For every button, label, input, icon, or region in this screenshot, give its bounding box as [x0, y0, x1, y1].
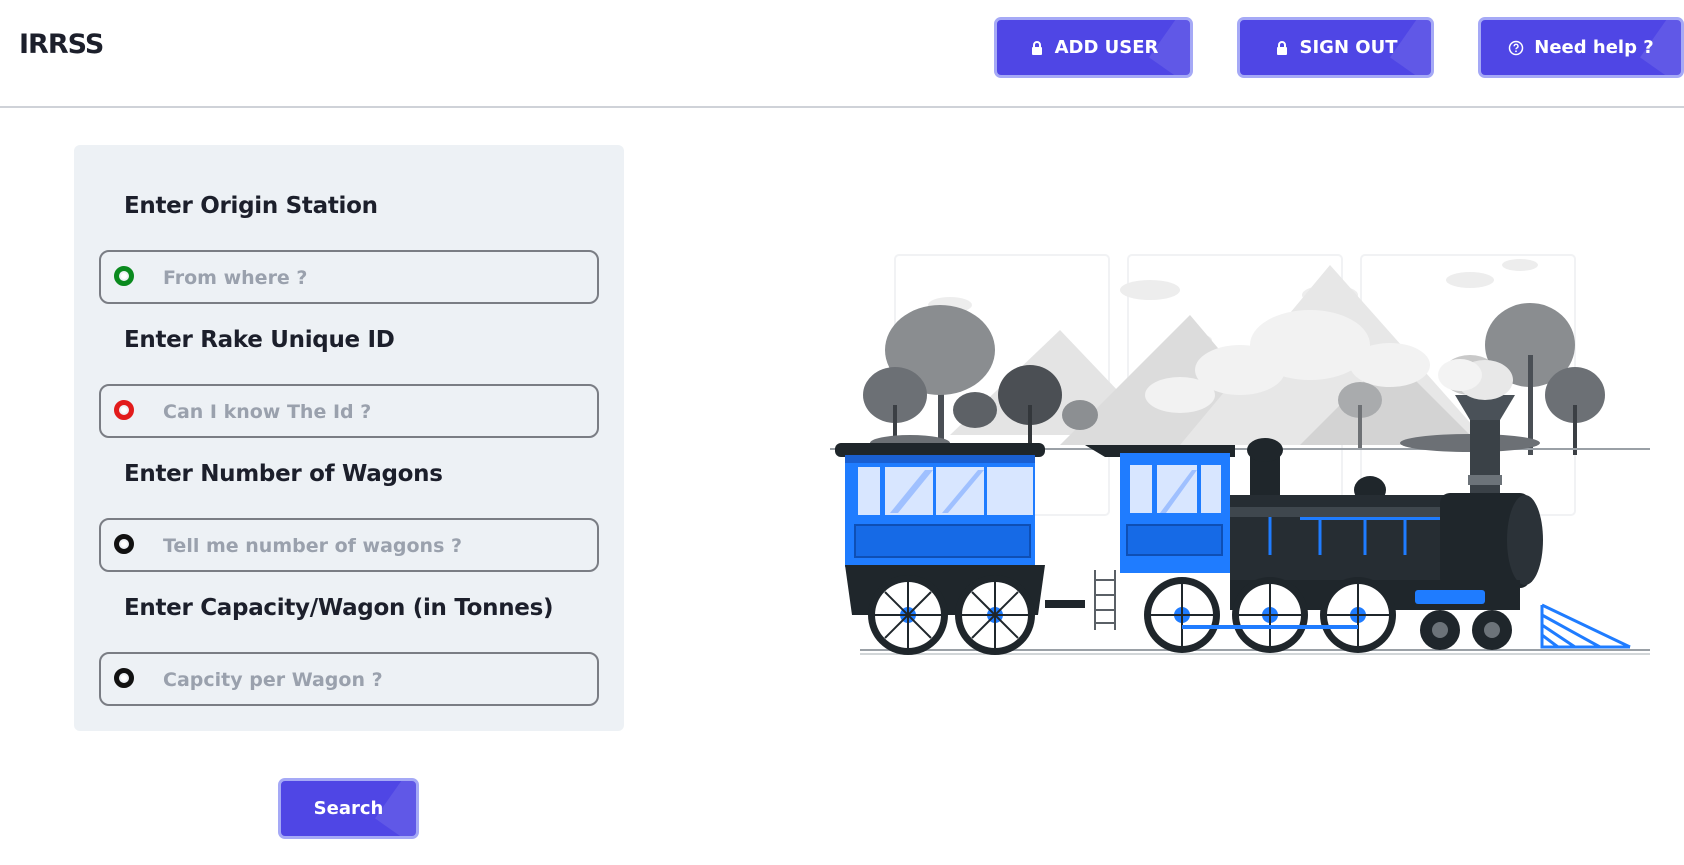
capacity-input[interactable]	[161, 654, 585, 706]
capacity-label: Enter Capacity/Wagon (in Tonnes)	[124, 595, 554, 621]
rake-id-label: Enter Rake Unique ID	[124, 327, 395, 353]
need-help-button[interactable]: Need help ?	[1478, 17, 1684, 78]
lock-icon	[1276, 40, 1287, 55]
green-radio-icon	[114, 266, 134, 286]
add-user-label: ADD USER	[1054, 37, 1159, 58]
tender-car	[835, 443, 1045, 655]
add-user-button[interactable]: ADD USER	[994, 17, 1193, 78]
capacity-field[interactable]	[99, 652, 599, 706]
question-circle-icon	[1509, 40, 1524, 55]
black-radio-icon	[114, 534, 134, 554]
sign-out-button[interactable]: SIGN OUT	[1237, 17, 1434, 78]
cowcatcher	[1540, 603, 1631, 649]
origin-station-field[interactable]	[99, 250, 599, 304]
rake-id-input[interactable]	[161, 386, 585, 438]
search-button[interactable]: Search	[278, 778, 419, 839]
rake-search-form: Enter Origin Station Enter Rake Unique I…	[74, 145, 624, 731]
clouds	[928, 259, 1538, 347]
top-header: IRRSS ADD USER SIGN OUT Need help ?	[0, 0, 1684, 108]
wagons-input[interactable]	[161, 520, 585, 572]
sign-out-label: SIGN OUT	[1299, 37, 1398, 58]
origin-station-label: Enter Origin Station	[124, 193, 378, 219]
red-radio-icon	[114, 400, 134, 420]
lock-icon	[1031, 40, 1042, 55]
steam-train-illustration	[830, 254, 1650, 655]
rake-id-field[interactable]	[99, 384, 599, 438]
brand-title: IRRSS	[19, 29, 104, 60]
need-help-label: Need help ?	[1534, 37, 1654, 58]
origin-station-input[interactable]	[161, 252, 585, 304]
wagons-field[interactable]	[99, 518, 599, 572]
search-label: Search	[313, 798, 384, 819]
ladder	[1094, 570, 1116, 630]
wagons-label: Enter Number of Wagons	[124, 461, 443, 487]
black-radio-icon	[114, 668, 134, 688]
